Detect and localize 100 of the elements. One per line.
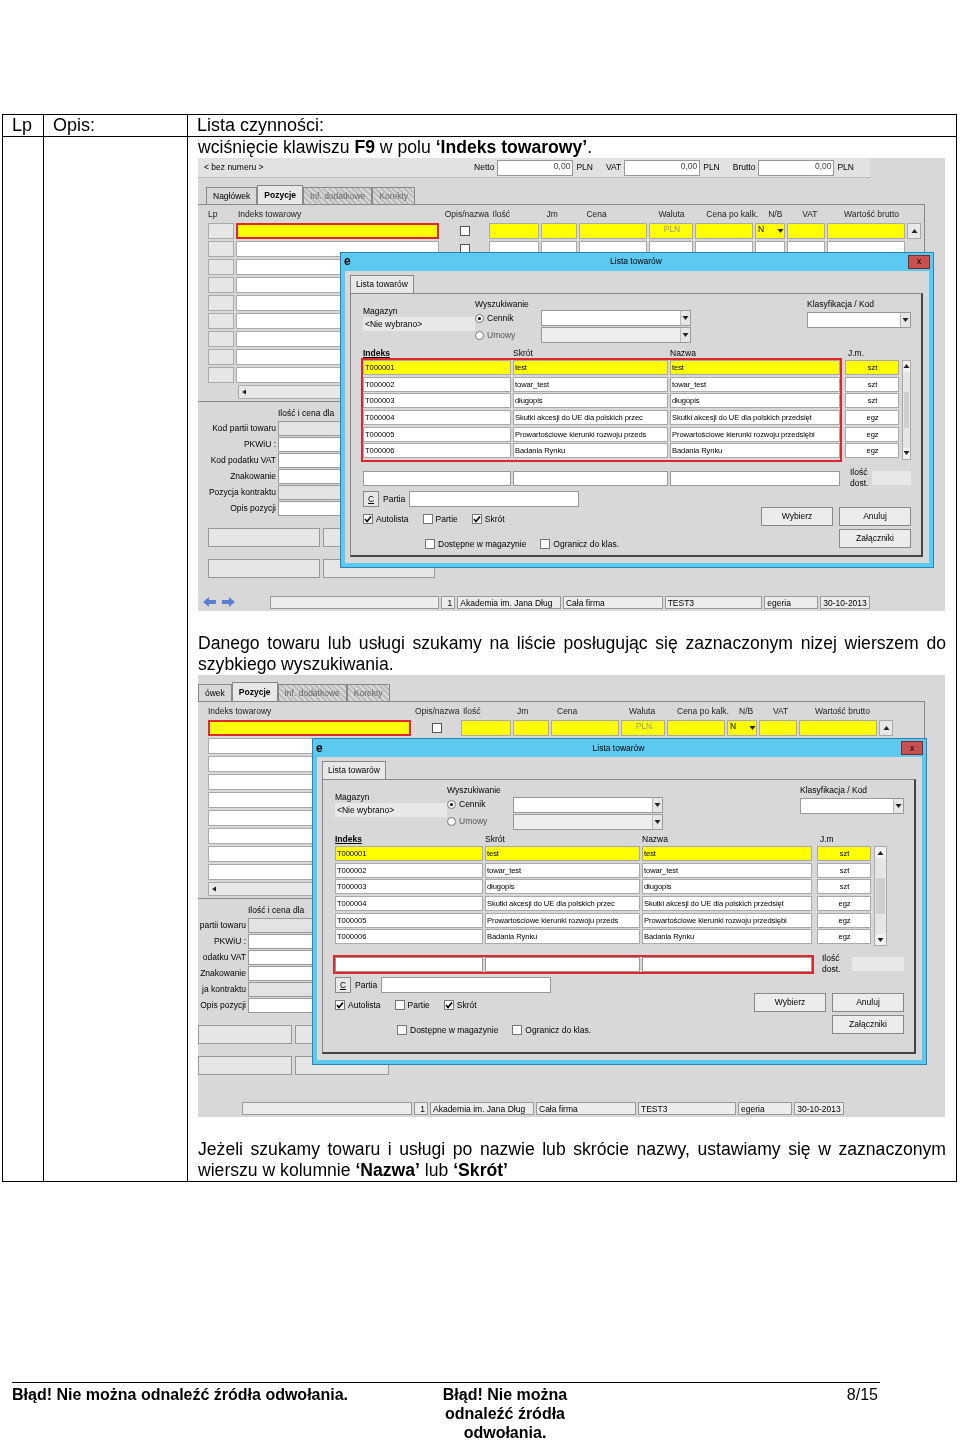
- column-header: Jm: [517, 706, 530, 717]
- dialog-button[interactable]: Załączniki: [832, 1015, 904, 1035]
- currency-label: PLN: [576, 162, 593, 173]
- status-field: 1: [441, 595, 456, 609]
- field-label: odatku VAT: [201, 951, 247, 964]
- tab[interactable]: Lista towarów: [322, 761, 386, 779]
- column-header: Cena po kalk.: [706, 209, 760, 220]
- checkbox-label: Dostępne w magazynie: [410, 1024, 499, 1036]
- group-label: Wyszukiwanie: [475, 298, 530, 310]
- field-label: ja kontraktu: [201, 983, 247, 996]
- dropdown-field[interactable]: N: [727, 720, 757, 736]
- dialog-button[interactable]: Załączniki: [839, 529, 911, 548]
- dialog-button[interactable]: Wybierz: [761, 507, 833, 526]
- total-label: Brutto: [732, 162, 756, 173]
- column-header: Cena: [557, 706, 579, 717]
- paragraph: Jeżeli szukamy towaru i usługi po nazwie lub skrócie nazwy, ustawiamy się w zaznaczonym wierszu w kolumnie ‘Nazwa’ lub ‘Skrót’: [198, 1139, 946, 1181]
- field-label: Klasyfikacja / Kod: [800, 785, 869, 796]
- dialog-button[interactable]: Wybierz: [754, 993, 826, 1013]
- status-field: 30-10-2013: [794, 1101, 844, 1115]
- status-field: Akademia im. Jana Dług: [457, 595, 561, 609]
- tab[interactable]: Lista towarów: [350, 274, 414, 293]
- field-label: Znakowanie: [229, 470, 277, 483]
- readonly-field: <Nie wybrano>: [363, 316, 475, 331]
- column-header: J.m.: [848, 347, 866, 360]
- field-label: Partia: [355, 979, 378, 991]
- app-logo: e: [316, 742, 324, 754]
- column-header: Cena po kalk.: [677, 706, 730, 717]
- footer-text: Błąd! Nie można odnaleźć źródła odwołania.: [441, 1385, 569, 1442]
- status-field: Cała firma: [536, 1101, 636, 1115]
- column-header: Indeks: [335, 834, 363, 846]
- column-header: Indeks towarowy: [237, 209, 303, 220]
- tab[interactable]: Pozycje: [257, 185, 303, 204]
- checkbox-label: Ogranicz do klas.: [553, 538, 620, 550]
- field-label: Ilość dost.: [822, 953, 842, 976]
- column-header: Nazwa: [670, 347, 697, 360]
- total-field[interactable]: 0,00: [758, 159, 835, 176]
- column-header: Wartość brutto: [815, 706, 871, 717]
- field-label: partii towaru: [198, 919, 247, 932]
- document-number: < bez numeru >: [204, 162, 265, 173]
- column-header: N/B: [739, 706, 755, 717]
- column-header: Lp: [208, 209, 219, 220]
- status-field: egeria: [738, 1101, 792, 1115]
- column-header: Cena: [586, 209, 608, 220]
- currency-label: PLN: [837, 162, 854, 173]
- column-header: Waluta: [629, 706, 657, 717]
- column-header: Lp: [3, 115, 43, 137]
- checkbox-label: Ogranicz do klas.: [525, 1024, 592, 1036]
- column-header: Indeks towarowy: [208, 706, 273, 717]
- field-label: Partia: [383, 493, 406, 505]
- column-header: Opis/nazwa: [415, 706, 461, 717]
- column-header: Lista czynności:: [187, 115, 956, 137]
- dialog-title: Lista towarów: [609, 256, 663, 268]
- total-field[interactable]: 0,00: [624, 159, 701, 176]
- dialog-title: Lista towarów: [591, 742, 646, 754]
- total-label: Netto: [474, 162, 495, 173]
- total-label: VAT: [605, 162, 622, 173]
- clear-button[interactable]: C: [335, 977, 351, 994]
- checkbox-label: Autolista: [376, 513, 409, 525]
- status-field: TEST3: [664, 595, 763, 609]
- page-number: 8/15: [846, 1385, 879, 1405]
- column-header: Ilość: [463, 706, 482, 717]
- clear-button[interactable]: C: [363, 491, 379, 507]
- radio-label: Cennik: [487, 312, 515, 324]
- paragraph: Danego towaru lub usługi szukamy na liście posługując się zaznaczonym nizej wierszem do szybkiego wyszukiwania.: [198, 633, 946, 675]
- column-header: Skrót: [485, 834, 506, 846]
- total-field[interactable]: 0,00: [497, 159, 574, 176]
- field-label: PKWiU :: [212, 935, 247, 948]
- currency-label: PLN: [703, 162, 720, 173]
- close-button[interactable]: x: [901, 741, 923, 755]
- checkbox-label: Skrót: [484, 513, 505, 525]
- status-field: 30-10-2013: [820, 595, 870, 609]
- column-header: VAT: [802, 209, 819, 220]
- column-header: Skrót: [513, 347, 534, 360]
- tab[interactable]: Nagłówek: [206, 187, 258, 204]
- status-field: egeria: [764, 595, 819, 609]
- footer-text: Błąd! Nie można odnaleźć źródła odwołania.: [12, 1385, 350, 1405]
- field-label: Klasyfikacja / Kod: [807, 298, 876, 310]
- dropdown-field[interactable]: N: [755, 223, 785, 239]
- dialog-button[interactable]: Anuluj: [832, 993, 904, 1013]
- radio-label: Cennik: [459, 799, 487, 810]
- field-label: Magazyn: [363, 305, 399, 317]
- field-label: Pozycja kontraktu: [207, 486, 277, 499]
- column-header: J.m: [820, 834, 835, 846]
- field-label: Opis pozycji: [229, 502, 277, 515]
- column-header: Opis/nazwa: [444, 209, 491, 220]
- tab[interactable]: Pozycje: [231, 682, 278, 701]
- paragraph: wciśnięcie klawiszu F9 w polu ‘Indeks towarowy’.: [198, 137, 594, 158]
- column-header: Nazwa: [642, 834, 669, 846]
- dialog-button[interactable]: Anuluj: [839, 507, 911, 526]
- section-caption: Ilość i cena dla: [278, 408, 335, 420]
- checkbox-label: Partie: [435, 513, 458, 525]
- status-field: 1: [414, 1101, 428, 1115]
- tab[interactable]: ówek: [198, 684, 232, 701]
- readonly-field: <Nie wybrano>: [335, 803, 447, 817]
- column-header: Opis:: [43, 115, 187, 137]
- field-label: PKWiU :: [242, 438, 277, 451]
- status-field: Cała firma: [562, 595, 663, 609]
- checkbox-label: Partie: [407, 999, 430, 1011]
- checkbox-label: Autolista: [348, 999, 381, 1011]
- close-button[interactable]: x: [908, 254, 930, 269]
